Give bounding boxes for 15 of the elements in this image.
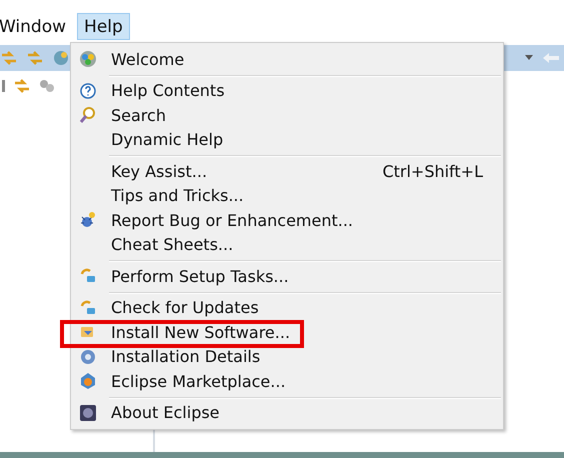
menu-item[interactable]: Install New Software... xyxy=(71,320,503,344)
menu-item[interactable]: Help Contents xyxy=(71,78,503,103)
menu-item[interactable]: Welcome xyxy=(71,47,503,72)
menu-item[interactable]: Perform Setup Tasks... xyxy=(71,264,503,288)
menu-title[interactable]: Help xyxy=(77,13,130,40)
menu-item[interactable]: Cheat Sheets... xyxy=(71,232,503,257)
menu-item[interactable]: About Eclipse xyxy=(71,400,503,425)
menu-item[interactable]: Eclipse Marketplace... xyxy=(71,369,503,394)
menu-item[interactable]: Tips and Tricks... xyxy=(71,184,503,208)
menu-item[interactable]: Installation Details xyxy=(71,344,503,369)
menu-item[interactable]: Key Assist... Ctrl+Shift+L xyxy=(71,159,503,184)
menu-item[interactable]: Report Bug or Enhancement... xyxy=(71,208,503,232)
menu-item[interactable]: Search xyxy=(71,103,503,128)
menu-item[interactable]: Dynamic Help xyxy=(71,128,503,152)
menu-item[interactable]: Check for Updates xyxy=(71,296,503,320)
